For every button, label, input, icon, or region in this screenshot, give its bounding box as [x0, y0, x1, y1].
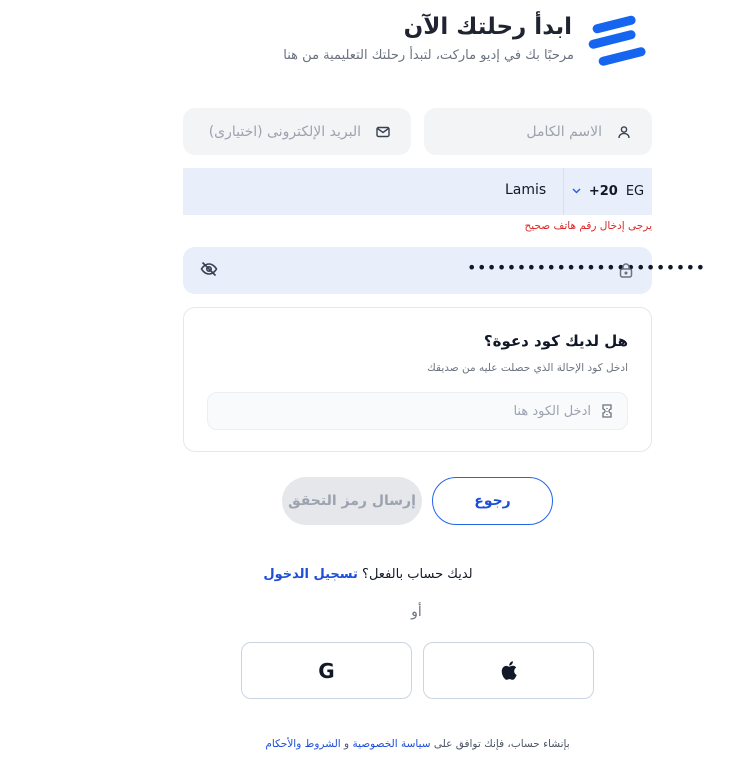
google-signin-button[interactable]: G — [241, 642, 412, 699]
user-icon — [616, 124, 632, 140]
login-link[interactable]: تسجيل الدخول — [263, 567, 358, 582]
phone-input-value[interactable]: Lamis — [505, 182, 546, 198]
login-prompt-text: لديك حساب بالفعل؟ — [362, 567, 473, 582]
password-value: •••••••••••••••••••••••• — [467, 258, 706, 277]
apple-signin-button[interactable] — [423, 642, 594, 699]
ticket-icon — [601, 404, 613, 418]
dial-code: +20 — [588, 184, 618, 199]
mail-icon — [375, 124, 391, 140]
google-icon: G — [318, 658, 335, 683]
phone-field[interactable]: Lamis +20 EG — [183, 168, 652, 215]
phone-error-message: يرجى إدخال رقم هاتف صحيح — [524, 220, 652, 232]
full-name-placeholder: الاسم الكامل — [526, 123, 602, 140]
edumarket-logo-icon — [586, 10, 650, 70]
back-button[interactable]: رجوع — [432, 477, 553, 525]
apple-icon — [501, 661, 517, 680]
password-field[interactable]: •••••••••••••••••••••••• — [183, 247, 705, 294]
country-code-selector[interactable]: +20 EG — [563, 168, 652, 215]
terms-conjunction: و — [344, 738, 350, 750]
lock-icon — [619, 262, 633, 282]
invite-code-placeholder: ادخل الكود هنا — [513, 403, 591, 419]
login-prompt: لديك حساب بالفعل؟ تسجيل الدخول — [0, 567, 736, 582]
page-title: ابدأ رحلتك الآن — [403, 14, 572, 40]
or-divider: أو — [411, 604, 422, 620]
email-placeholder: البريد الإلكترونى (اختيارى) — [208, 123, 361, 140]
terms-conditions-link[interactable]: الشروط والأحكام — [265, 738, 340, 750]
email-field[interactable]: البريد الإلكترونى (اختيارى) — [183, 108, 411, 155]
page-subtitle: مرحبًا بك في إديو ماركت، لتبدأ رحلتك الت… — [283, 48, 574, 63]
terms-prefix: بإنشاء حساب، فإنك توافق على — [433, 738, 570, 750]
chevron-down-icon — [572, 186, 581, 197]
invite-code-input[interactable]: ادخل الكود هنا — [207, 392, 628, 430]
invite-code-card: هل لديك كود دعوة؟ ادخل كود الإحالة الذي … — [183, 307, 652, 452]
full-name-field[interactable]: الاسم الكامل — [424, 108, 652, 155]
send-verification-button[interactable]: إرسال رمز التحقق — [282, 477, 422, 525]
invite-title: هل لديك كود دعوة؟ — [483, 332, 628, 350]
eye-off-icon[interactable] — [200, 261, 218, 281]
terms-notice: بإنشاء حساب، فإنك توافق على سياسة الخصوص… — [0, 738, 736, 750]
privacy-policy-link[interactable]: سياسة الخصوصية — [352, 738, 430, 750]
invite-description: ادخل كود الإحالة الذي حصلت عليه من صديقك — [427, 362, 628, 374]
country-code: EG — [625, 184, 645, 199]
